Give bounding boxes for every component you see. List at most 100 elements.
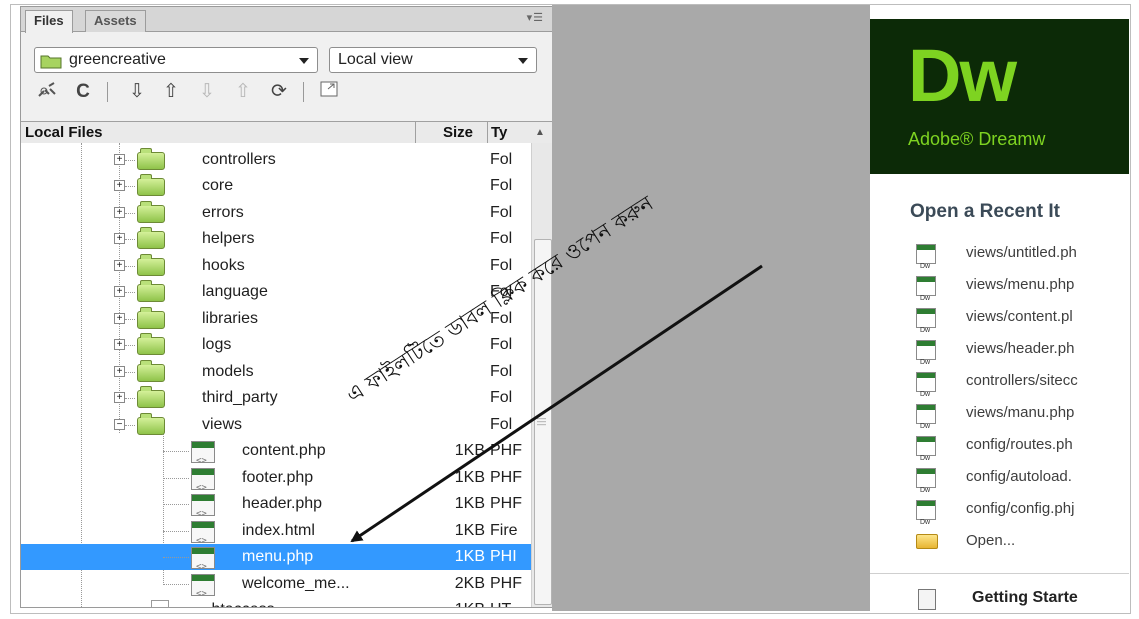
tree-row[interactable]: footer.php 1KB PHF: [21, 465, 531, 501]
get-files-icon[interactable]: ⇩: [125, 81, 149, 103]
column-size[interactable]: Size: [443, 122, 473, 143]
tree-item-name: language: [202, 283, 268, 300]
tree-row[interactable]: welcome_me... 2KB PHF: [21, 571, 531, 607]
file-list-header: Local Files Size Ty ▲: [21, 121, 552, 144]
expand-icon[interactable]: [317, 81, 341, 103]
expand-icon[interactable]: +: [114, 392, 125, 403]
tree-row[interactable]: + third_party Fol: [21, 385, 531, 411]
tree-row[interactable]: + models Fol: [21, 359, 531, 385]
dw-file-icon: [916, 500, 936, 538]
tree-guide-line: [125, 266, 135, 267]
tree-row[interactable]: header.php 1KB PHF: [21, 491, 531, 527]
dw-file-icon: [916, 404, 936, 442]
document-area: [552, 5, 870, 611]
expand-icon[interactable]: +: [114, 339, 125, 350]
tree-item-type: Fol: [490, 230, 513, 247]
tree-item-type: PHF: [490, 495, 522, 512]
tree-item-type: Fol: [490, 416, 513, 433]
folder-icon: [40, 53, 62, 77]
recent-item-label: views/content.pl: [966, 308, 1073, 325]
expand-icon[interactable]: +: [114, 366, 125, 377]
tree-guide-line: [125, 425, 135, 426]
check-in-icon[interactable]: ⇧: [231, 81, 255, 103]
tree-row[interactable]: + errors Fol: [21, 200, 531, 226]
scroll-up-icon[interactable]: ▲: [535, 122, 545, 143]
document-icon: [918, 589, 936, 610]
vertical-scrollbar[interactable]: ― ― ―: [531, 143, 552, 607]
tree-row[interactable]: + language Fol: [21, 279, 531, 305]
tree-guide-line: [125, 345, 135, 346]
expand-icon[interactable]: +: [114, 260, 125, 271]
tree-item-name: .htaccess: [207, 597, 275, 607]
getting-started-label: Getting Starte: [972, 589, 1078, 606]
collapse-icon[interactable]: −: [114, 419, 125, 430]
tree-item-type: Fol: [490, 389, 513, 406]
recent-item[interactable]: views/content.pl: [870, 301, 1129, 346]
recent-item-label: views/untitled.ph: [966, 244, 1077, 261]
recent-item[interactable]: views/menu.php: [870, 269, 1129, 314]
tree-item-type: Fol: [490, 204, 513, 221]
tree-row[interactable]: + helpers Fol: [21, 226, 531, 252]
tab-assets[interactable]: Assets: [85, 10, 146, 32]
expand-icon[interactable]: +: [114, 313, 125, 324]
tree-item-name: core: [202, 177, 234, 194]
expand-icon[interactable]: +: [114, 286, 125, 297]
folder-icon: [137, 360, 165, 382]
recent-item[interactable]: controllers/sitecc: [870, 365, 1129, 410]
tree-item-type: HT: [490, 597, 530, 607]
php-file-icon: [191, 547, 215, 580]
recent-item-label: config/routes.ph: [966, 436, 1073, 453]
tree-row[interactable]: index.html 1KB Fire: [21, 518, 531, 554]
recent-item-label: config/autoload.: [966, 468, 1072, 485]
column-local-files[interactable]: Local Files: [25, 122, 103, 143]
tree-item-type: Fol: [490, 336, 513, 353]
site-dropdown[interactable]: greencreative: [34, 47, 318, 73]
getting-started-link[interactable]: Getting Starte: [870, 583, 1129, 611]
tab-files[interactable]: Files: [25, 10, 73, 33]
tree-item-size: 1KB: [454, 469, 485, 486]
check-out-icon[interactable]: ⇩: [195, 81, 219, 103]
folder-icon: [137, 148, 165, 170]
product-name: Adobe® Dreamw: [908, 129, 1046, 149]
column-type[interactable]: Ty: [491, 122, 507, 143]
refresh-icon[interactable]: C: [71, 81, 95, 103]
tree-guide-line: [163, 451, 189, 452]
tree-row[interactable]: + hooks Fol: [21, 253, 531, 279]
tree-item-size: 1KB: [454, 548, 485, 565]
folder-icon: [137, 307, 165, 329]
tree-item-name: menu.php: [242, 548, 314, 565]
recent-item-label: views/manu.php: [966, 404, 1075, 421]
dw-file-icon: [916, 468, 936, 506]
put-files-icon[interactable]: ⇧: [159, 81, 183, 103]
recent-item[interactable]: views/untitled.ph: [870, 237, 1129, 282]
recent-item[interactable]: config/routes.ph: [870, 429, 1129, 474]
tree-item-type: Fol: [490, 177, 513, 194]
tree-row[interactable]: − views Fol: [21, 412, 531, 438]
divider: [870, 573, 1129, 574]
view-dropdown-value: Local view: [338, 51, 413, 68]
open-label: Open...: [966, 532, 1016, 549]
expand-icon[interactable]: +: [114, 180, 125, 191]
dreamweaver-logo: Dw: [908, 34, 1017, 117]
open-link[interactable]: Open...: [870, 525, 1129, 556]
connect-icon[interactable]: [35, 81, 59, 103]
recent-item[interactable]: views/manu.php: [870, 397, 1129, 442]
expand-icon[interactable]: +: [114, 233, 125, 244]
panel-options-icon[interactable]: ▾☰: [527, 11, 544, 24]
files-toolbar: C ⇩ ⇧ ⇩ ⇧ ⟳: [21, 77, 552, 107]
toolbar-separator: [303, 82, 304, 102]
expand-icon[interactable]: +: [114, 154, 125, 165]
tree-row[interactable]: + core Fol: [21, 173, 531, 199]
view-dropdown[interactable]: Local view: [329, 47, 537, 73]
expand-icon[interactable]: +: [114, 207, 125, 218]
tree-row[interactable]: .htaccess 1KB HT: [21, 597, 531, 607]
recent-item[interactable]: config/autoload.: [870, 461, 1129, 506]
synchronize-icon[interactable]: ⟳: [267, 81, 291, 103]
recent-item[interactable]: config/config.phj: [870, 493, 1129, 538]
tree-row[interactable]: + controllers Fol: [21, 147, 531, 173]
tree-row[interactable]: content.php 1KB PHF: [21, 438, 531, 474]
tree-item-name: views: [202, 416, 243, 433]
tree-row-selected[interactable]: menu.php 1KB PHI: [21, 544, 531, 580]
tree-guide-line: [125, 239, 135, 240]
recent-item[interactable]: views/header.ph: [870, 333, 1129, 378]
